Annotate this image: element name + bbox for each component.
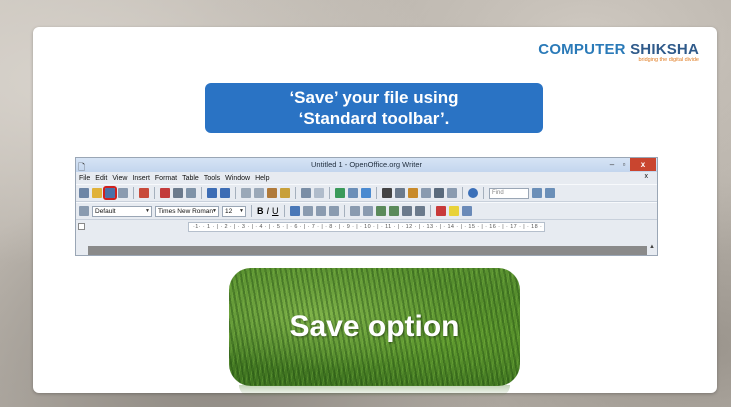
export-pdf-icon[interactable] [160,188,170,198]
numbering-icon[interactable] [349,206,360,216]
scroll-up-icon[interactable]: ▲ [649,244,655,250]
autospellcheck-icon[interactable] [220,188,230,198]
help-icon[interactable] [468,188,478,198]
spellcheck-icon[interactable] [207,188,217,198]
find-input[interactable]: Find [489,187,529,199]
minimize-button[interactable]: – [606,158,618,171]
font-size-select[interactable]: 12 ▼ [222,205,246,217]
cut-icon[interactable] [241,188,251,198]
ruler-row: ·1· · 1 · | · 2 · | · 3 · | · 4 · | · 5 … [76,220,657,234]
table-icon[interactable] [348,188,358,198]
gallery-icon[interactable] [408,188,418,198]
grass-image: Save option [229,268,520,386]
format-paintbrush-icon[interactable] [280,188,290,198]
new-document-icon[interactable] [79,188,89,198]
close-button[interactable]: x [630,158,656,171]
horizontal-ruler[interactable]: ·1· · 1 · | · 2 · | · 3 · | · 4 · | · 5 … [188,222,545,232]
background-color-icon[interactable] [461,206,472,216]
paragraph-rtl-icon[interactable] [414,206,425,216]
title-bar: 🗋 Untitled 1 - OpenOffice.org Writer – ▫… [76,158,657,172]
chevron-down-icon: ▼ [145,207,150,214]
logo-part-1: COMPUTER [538,41,626,58]
banner-line-2: ‘Standard toolbar’. [298,109,450,128]
paragraph-style-select[interactable]: Default ▼ [92,205,152,217]
chevron-down-icon: ▼ [212,207,217,214]
tab-stop-icon[interactable] [78,223,85,230]
zoom-icon[interactable] [447,188,457,198]
instruction-banner: ‘Save’ your file using ‘Standard toolbar… [205,83,543,133]
italic-button[interactable]: I [267,206,270,216]
underline-button[interactable]: U [272,206,279,216]
print-icon[interactable] [173,188,183,198]
hyperlink-icon[interactable] [335,188,345,198]
redo-icon[interactable] [314,188,324,198]
align-center-icon[interactable] [302,206,313,216]
slide-card: COMPUTER SHIKSHA bridging the digital di… [33,27,717,397]
menu-view[interactable]: View [112,175,127,182]
font-color-icon[interactable] [435,206,446,216]
open-folder-icon[interactable] [92,188,102,198]
menu-file[interactable]: File [79,175,90,182]
navigator-icon[interactable] [395,188,405,198]
standard-toolbar: Find [76,184,657,202]
increase-indent-icon[interactable] [388,206,399,216]
styles-formatting-icon[interactable] [79,206,89,216]
menu-bar: File Edit View Insert Format Table Tools… [76,172,657,184]
data-sources-icon[interactable] [421,188,431,198]
image-reflection [239,385,510,397]
save-icon[interactable] [103,186,117,200]
paste-icon[interactable] [267,188,277,198]
find-previous-icon[interactable] [545,188,555,198]
maximize-button[interactable]: ▫ [618,158,630,171]
bold-button[interactable]: B [257,206,264,216]
find-replace-icon[interactable] [382,188,392,198]
banner-line-1: ‘Save’ your file using [289,88,459,107]
menu-edit[interactable]: Edit [95,175,107,182]
menu-format[interactable]: Format [155,175,177,182]
computer-shiksha-logo: COMPUTER SHIKSHA bridging the digital di… [538,41,699,63]
formatting-toolbar: Default ▼ Times New Roman ▼ 12 ▼ B I U [76,202,657,220]
copy-icon[interactable] [254,188,264,198]
logo-part-2: SHIKSHA [625,41,699,58]
align-left-icon[interactable] [289,206,300,216]
menu-tools[interactable]: Tools [204,175,220,182]
find-next-icon[interactable] [532,188,542,198]
bullets-icon[interactable] [362,206,373,216]
close-document-icon[interactable]: x [645,173,649,180]
paragraph-style-value: Default [95,207,116,215]
menu-insert[interactable]: Insert [132,175,150,182]
show-draw-functions-icon[interactable] [361,188,371,198]
font-size-value: 12 [225,207,233,215]
paragraph-ltr-icon[interactable] [401,206,412,216]
openoffice-window: 🗋 Untitled 1 - OpenOffice.org Writer – ▫… [75,157,658,256]
save-option-caption: Save option [289,310,460,343]
align-right-icon[interactable] [315,206,326,216]
menu-window[interactable]: Window [225,175,250,182]
justify-icon[interactable] [328,206,339,216]
edit-file-icon[interactable] [139,188,149,198]
highlighting-icon[interactable] [448,206,459,216]
email-icon[interactable] [118,188,128,198]
nonprinting-characters-icon[interactable] [434,188,444,198]
chevron-down-icon: ▼ [239,207,244,214]
document-area[interactable] [88,246,647,255]
menu-table[interactable]: Table [182,175,199,182]
page-preview-icon[interactable] [186,188,196,198]
decrease-indent-icon[interactable] [375,206,386,216]
font-name-select[interactable]: Times New Roman ▼ [155,205,219,217]
window-title: Untitled 1 - OpenOffice.org Writer [310,160,423,169]
font-name-value: Times New Roman [158,207,214,215]
undo-icon[interactable] [301,188,311,198]
menu-help[interactable]: Help [255,175,269,182]
